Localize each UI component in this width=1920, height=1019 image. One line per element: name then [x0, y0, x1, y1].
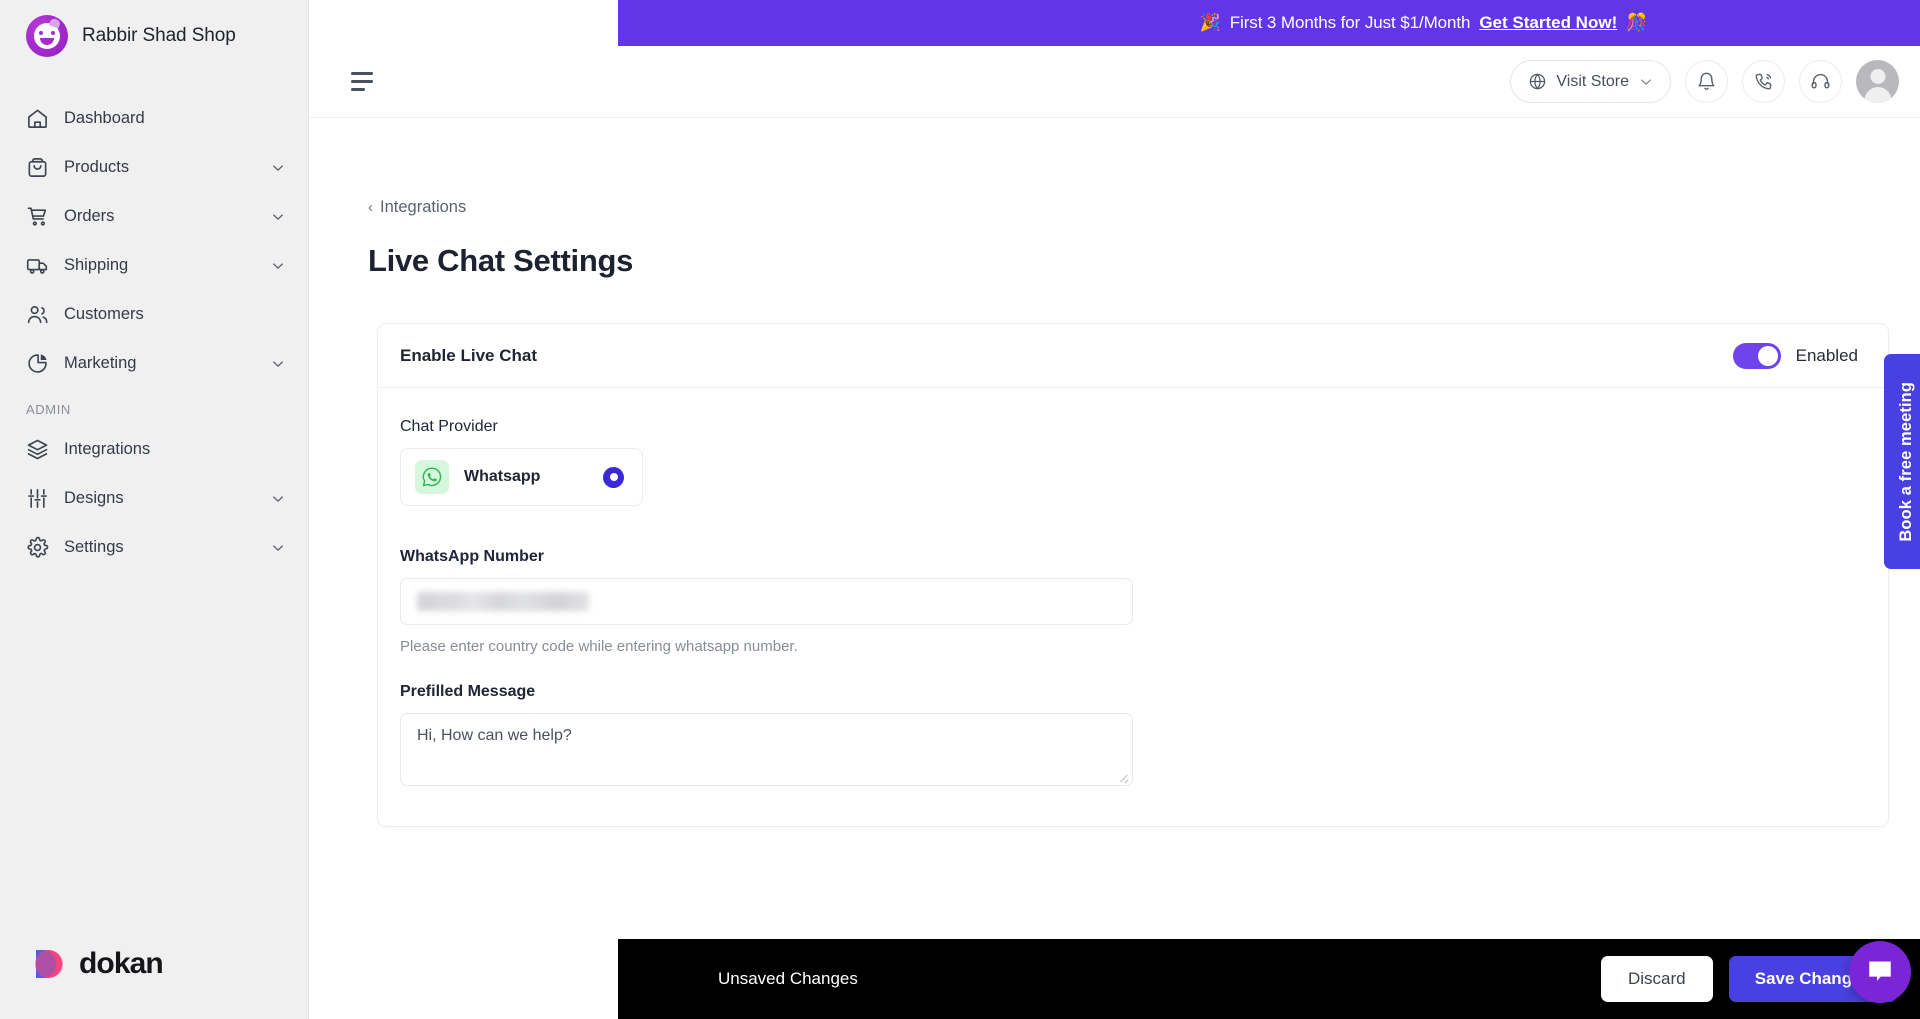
whatsapp-icon [415, 460, 449, 494]
book-meeting-label: Book a free meeting [1897, 381, 1915, 542]
bell-icon [1696, 71, 1717, 92]
redacted-value [417, 592, 589, 611]
promo-text: First 3 Months for Just $1/Month [1229, 13, 1471, 32]
call-button[interactable] [1742, 60, 1785, 103]
notifications-button[interactable] [1685, 60, 1728, 103]
chevron-down-icon [270, 258, 286, 274]
support-button[interactable] [1799, 60, 1842, 103]
prefilled-message-value: Hi, How can we help? [417, 727, 572, 744]
headset-icon [1810, 71, 1831, 92]
sidebar-item-label: Products [64, 158, 130, 176]
chevron-down-icon [270, 491, 286, 507]
main-area: 🎉 First 3 Months for Just $1/Month Get S… [309, 0, 1920, 1019]
card-header: Enable Live Chat Enabled [378, 324, 1888, 388]
cart-icon [26, 205, 49, 228]
hamburger-icon[interactable] [351, 71, 377, 93]
visit-store-button[interactable]: Visit Store [1510, 60, 1671, 103]
dokan-logo-icon [30, 945, 68, 983]
sidebar-item-label: Customers [64, 305, 144, 323]
chevron-down-icon [270, 160, 286, 176]
chevron-down-icon [270, 209, 286, 225]
home-icon [26, 107, 49, 130]
sidebar-item-integrations[interactable]: Integrations [0, 425, 308, 474]
chat-provider-radio-selected[interactable] [603, 466, 624, 488]
whatsapp-number-helper: Please enter country code while entering… [400, 638, 798, 655]
shop-avatar-icon [26, 15, 68, 57]
chat-provider-name: Whatsapp [464, 468, 541, 485]
sidebar-item-label: Shipping [64, 256, 129, 274]
sidebar-item-designs[interactable]: Designs [0, 474, 308, 523]
page-title: Live Chat Settings [368, 243, 634, 278]
live-chat-settings-card: Enable Live Chat Enabled Chat Provider W… [377, 323, 1889, 827]
sliders-icon [26, 487, 49, 510]
phone-ring-icon [1753, 71, 1774, 92]
chevron-down-icon [270, 540, 286, 556]
sidebar-item-shipping[interactable]: Shipping [0, 241, 308, 290]
sidebar-group-admin-label: ADMIN [26, 402, 71, 417]
toggle-state-label: Enabled [1795, 345, 1858, 365]
chat-bubble-icon [1865, 957, 1895, 987]
unsaved-changes-bar: Unsaved Changes Discard Save Changes [618, 939, 1920, 1019]
brand-header[interactable]: Rabbir Shad Shop [0, 0, 308, 72]
chevron-down-icon [270, 356, 286, 372]
toggle-knob [1757, 345, 1778, 366]
party-popper-icon: 🎉 [1199, 13, 1221, 32]
breadcrumb[interactable]: ‹ Integrations [368, 198, 1889, 217]
top-bar: Visit Store [309, 46, 1920, 118]
sidebar-item-label: Dashboard [64, 109, 145, 127]
chevron-left-icon: ‹ [368, 199, 373, 216]
top-bar-actions: Visit Store [1510, 60, 1899, 103]
sidebar-item-settings[interactable]: Settings [0, 523, 308, 572]
truck-icon [26, 254, 49, 277]
promo-cta-link[interactable]: Get Started Now! [1479, 13, 1617, 33]
promo-banner[interactable]: 🎉 First 3 Months for Just $1/Month Get S… [618, 0, 1920, 46]
breadcrumb-label[interactable]: Integrations [380, 198, 466, 217]
dokan-logo-text: dokan [79, 947, 164, 980]
bag-icon [26, 156, 49, 179]
chat-provider-option-whatsapp[interactable]: Whatsapp [400, 448, 643, 506]
sidebar-item-label: Marketing [64, 354, 137, 372]
sidebar-footer: dokan [0, 945, 308, 1019]
sidebar-item-label: Settings [64, 538, 124, 556]
chat-provider-label: Chat Provider [400, 418, 498, 435]
globe-icon [1528, 72, 1547, 91]
enable-live-chat-control: Enabled [1732, 342, 1858, 369]
content-area: ‹ Integrations Live Chat Settings Enable… [309, 118, 1920, 1019]
users-icon [26, 303, 49, 326]
chevron-down-icon [1638, 74, 1654, 90]
discard-button[interactable]: Discard [1600, 956, 1713, 1002]
sidebar-item-label: Designs [64, 489, 124, 507]
card-body: Chat Provider Whatsapp WhatsApp Number P… [378, 388, 1888, 826]
sidebar-item-customers[interactable]: Customers [0, 290, 308, 339]
app-root: Rabbir Shad Shop Dashboard Products Orde… [0, 0, 1920, 1019]
sidebar-nav: Dashboard Products Orders Shipping Custo… [0, 72, 308, 945]
prefilled-message-textarea[interactable]: Hi, How can we help? [400, 713, 1133, 786]
sidebar-item-label: Integrations [64, 440, 151, 458]
sidebar-item-dashboard[interactable]: Dashboard [0, 94, 308, 143]
sidebar-item-marketing[interactable]: Marketing [0, 339, 308, 388]
sidebar-item-orders[interactable]: Orders [0, 192, 308, 241]
sidebar-item-label: Orders [64, 207, 115, 225]
pie-chart-icon [26, 352, 49, 375]
sidebar-item-products[interactable]: Products [0, 143, 308, 192]
prefilled-message-label: Prefilled Message [400, 683, 536, 700]
enable-live-chat-toggle[interactable] [1732, 342, 1781, 369]
enable-live-chat-label: Enable Live Chat [400, 345, 537, 365]
sidebar: Rabbir Shad Shop Dashboard Products Orde… [0, 0, 309, 1019]
user-avatar[interactable] [1856, 60, 1899, 103]
visit-store-label: Visit Store [1556, 72, 1629, 90]
layers-icon [26, 438, 49, 461]
content-inner: ‹ Integrations Live Chat Settings Enable… [309, 198, 1920, 827]
chat-widget-button[interactable] [1849, 941, 1911, 1003]
book-meeting-tab[interactable]: Book a free meeting [1884, 354, 1920, 569]
unsaved-status-text: Unsaved Changes [718, 969, 858, 988]
gear-icon [26, 536, 49, 559]
shop-name: Rabbir Shad Shop [82, 25, 236, 46]
confetti-ball-icon: 🎊 [1626, 13, 1648, 32]
whatsapp-number-label: WhatsApp Number [400, 548, 544, 565]
whatsapp-number-input[interactable] [400, 578, 1133, 625]
resize-handle-icon[interactable] [1118, 771, 1129, 782]
